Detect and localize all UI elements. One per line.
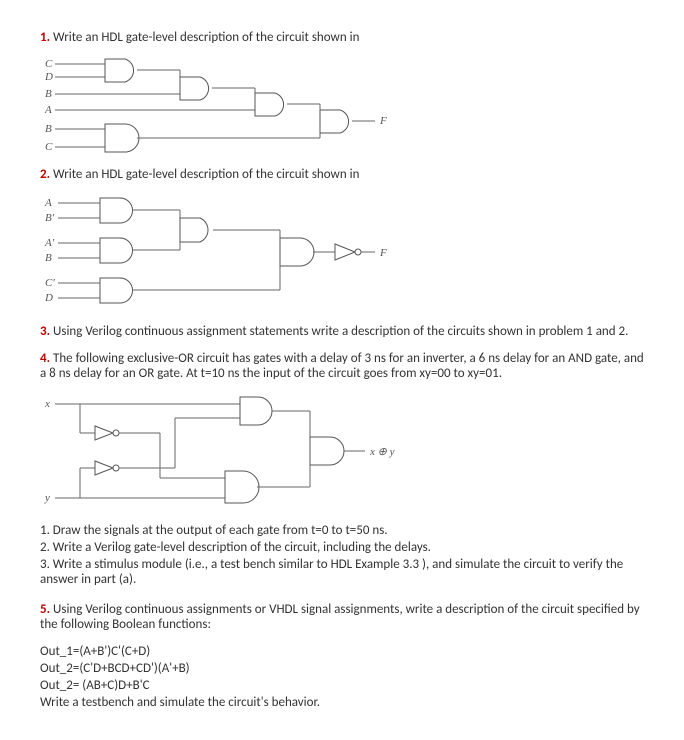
question-2: 2. Write an HDL gate-level description o…	[40, 167, 644, 182]
circuit-1-svg: C D B A B C F	[40, 57, 400, 157]
and-gate-icon	[240, 397, 272, 425]
and-gate-icon	[100, 238, 133, 263]
q5-number: 5.	[40, 602, 50, 617]
label-xor: x ⊕ y	[369, 446, 395, 458]
q5-eq3: Out_2= (AB+C)D+B'C	[40, 678, 644, 693]
q2-number: 2.	[40, 167, 50, 182]
label-A: A	[44, 197, 52, 209]
inverter-bubble-icon	[113, 465, 119, 471]
label-F: F	[379, 115, 387, 127]
label-D: D	[44, 292, 53, 304]
circuit-2-svg: A B' A' B C' D F	[40, 194, 400, 314]
q5-text: Using Verilog continuous assignments or …	[40, 602, 640, 632]
q1-text: Write an HDL gate-level description of t…	[53, 30, 359, 45]
label-Cp: C'	[45, 277, 55, 289]
circuit-4-svg: x y x ⊕ y	[40, 393, 420, 513]
label-C2: C	[45, 141, 53, 153]
q1-number: 1.	[40, 30, 50, 45]
question-1: 1. Write an HDL gate-level description o…	[40, 30, 644, 45]
inverter-icon	[95, 461, 113, 475]
and-gate-icon	[320, 110, 349, 133]
circuit-2: A B' A' B C' D F	[40, 194, 644, 314]
and-gate-icon	[255, 93, 284, 116]
label-B: B	[45, 252, 52, 264]
and-gate-icon	[180, 218, 208, 242]
and-gate-icon	[280, 238, 314, 266]
and-gate-icon	[225, 471, 259, 503]
and-gate-icon	[100, 198, 133, 223]
question-5: 5. Using Verilog continuous assignments …	[40, 602, 644, 632]
and-gate-icon	[100, 278, 133, 303]
q5-tail: Write a testbench and simulate the circu…	[40, 695, 644, 710]
question-3: 3. Using Verilog continuous assignment s…	[40, 324, 644, 339]
q4-sub2: 2. Write a Verilog gate-level descriptio…	[40, 540, 644, 555]
q3-text: Using Verilog continuous assignment stat…	[53, 324, 628, 339]
circuit-1: C D B A B C F	[40, 57, 644, 157]
q4-text: The following exclusive-OR circuit has g…	[40, 351, 644, 381]
q3-number: 3.	[40, 324, 50, 339]
question-4: 4. The following exclusive-OR circuit ha…	[40, 351, 644, 381]
label-C: C	[45, 58, 53, 70]
q5-eq2: Out_2=(C'D+BCD+CD')(A'+B)	[40, 661, 644, 676]
label-A: A	[44, 104, 52, 116]
q5-eq1: Out_1=(A+B')C'(C+D)	[40, 644, 644, 659]
label-B: B	[45, 88, 52, 100]
q4-sub3: 3. Write a stimulus module (i.e., a test…	[40, 557, 644, 587]
or-gate-icon	[310, 437, 344, 465]
q2-text: Write an HDL gate-level description of t…	[53, 167, 359, 182]
buffer-gate-icon	[335, 244, 355, 260]
label-F2: F	[379, 247, 387, 259]
label-D: D	[44, 71, 53, 83]
q4-number: 4.	[40, 351, 50, 366]
and-gate-icon	[105, 59, 134, 82]
and-gate-icon	[105, 124, 139, 152]
inverter-bubble-icon	[113, 430, 119, 436]
and-gate-icon	[180, 77, 209, 100]
label-B2: B	[45, 123, 52, 135]
inverter-icon	[95, 426, 113, 440]
circuit-4: x y x ⊕ y	[40, 393, 644, 513]
label-Ap: A'	[44, 237, 55, 249]
inverter-bubble-icon	[355, 249, 361, 255]
label-Bp: B'	[45, 212, 55, 224]
label-x: x	[44, 398, 50, 410]
q4-sub1: 1. Draw the signals at the output of eac…	[40, 523, 644, 538]
label-y: y	[44, 492, 50, 504]
